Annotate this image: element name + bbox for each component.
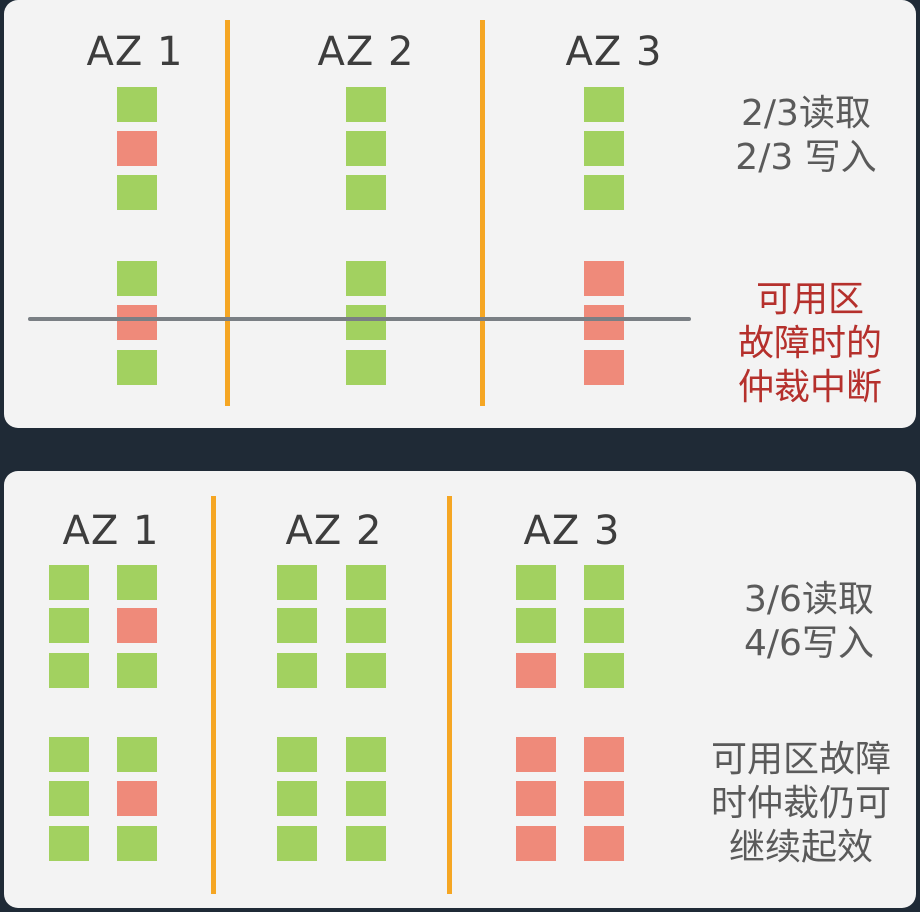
write-quorum-text: 4/6写入 [744,623,874,664]
failure-note-line: 故障时的 [737,323,883,364]
healthy-replica [346,87,386,122]
healthy-replica [49,826,89,861]
failed-replica [117,131,157,166]
bottom-quorum-panel: AZ 1 AZ 2 AZ 3 3/6读取 4/6写入 可用区故障 时仲裁仍可 继… [4,471,916,908]
az3-label: AZ 3 [565,29,663,75]
failed-replica [584,826,624,861]
az-divider [211,496,216,894]
healthy-replica [277,781,317,816]
healthy-replica [49,608,89,643]
healthy-replica [117,350,157,385]
az-divider [480,20,485,406]
failure-cut-line [28,317,691,321]
az-divider [447,496,452,894]
healthy-replica [346,131,386,166]
healthy-replica [49,781,89,816]
healthy-replica [346,565,386,600]
failure-note-line: 继续起效 [728,827,874,868]
az-divider [225,20,230,406]
healthy-replica [346,350,386,385]
failure-note-line: 时仲裁仍可 [710,783,892,824]
healthy-replica [117,737,157,772]
healthy-replica [117,261,157,296]
top-quorum-rules: 2/3读取 2/3 写入 [735,92,876,180]
az2-label: AZ 2 [285,508,383,554]
failed-replica [516,781,556,816]
healthy-replica [584,565,624,600]
healthy-replica [346,175,386,210]
az2-label: AZ 2 [317,29,415,75]
healthy-replica [584,608,624,643]
healthy-replica [346,781,386,816]
failed-replica [584,350,624,385]
healthy-replica [49,653,89,688]
healthy-replica [117,826,157,861]
healthy-replica [277,826,317,861]
healthy-replica [117,175,157,210]
failed-replica [516,737,556,772]
az1-label: AZ 1 [86,29,184,75]
failed-replica [516,826,556,861]
write-quorum-text: 2/3 写入 [735,137,877,178]
healthy-replica [277,608,317,643]
healthy-replica [346,608,386,643]
failure-note-line: 可用区故障 [710,739,892,780]
read-quorum-text: 2/3读取 [741,93,871,134]
healthy-replica [346,261,386,296]
healthy-replica [584,131,624,166]
failure-note-line: 仲裁中断 [737,367,883,408]
top-failure-note: 可用区 故障时的 仲裁中断 [738,278,882,410]
healthy-replica [516,608,556,643]
failed-replica [117,608,157,643]
healthy-replica [346,826,386,861]
healthy-replica [49,565,89,600]
read-quorum-text: 3/6读取 [744,579,874,620]
failure-note-line: 可用区 [755,279,865,320]
healthy-replica [346,653,386,688]
failed-replica [117,305,157,340]
healthy-replica [584,653,624,688]
failed-replica [584,781,624,816]
healthy-replica [346,737,386,772]
failed-replica [516,653,556,688]
healthy-replica [117,87,157,122]
healthy-replica [584,175,624,210]
healthy-replica [117,653,157,688]
failed-replica [584,261,624,296]
healthy-replica [117,565,157,600]
healthy-replica [49,737,89,772]
healthy-replica [346,305,386,340]
healthy-replica [277,653,317,688]
bottom-failure-note: 可用区故障 时仲裁仍可 继续起效 [711,738,891,870]
healthy-replica [516,565,556,600]
healthy-replica [277,565,317,600]
bottom-quorum-rules: 3/6读取 4/6写入 [744,578,874,666]
healthy-replica [584,87,624,122]
failed-replica [584,305,624,340]
healthy-replica [277,737,317,772]
az3-label: AZ 3 [523,508,621,554]
failed-replica [584,737,624,772]
az1-label: AZ 1 [62,508,160,554]
top-quorum-panel: AZ 1 AZ 2 AZ 3 2/3读取 2/3 写入 可用区 故障时的 仲裁中… [4,0,916,428]
failed-replica [117,781,157,816]
